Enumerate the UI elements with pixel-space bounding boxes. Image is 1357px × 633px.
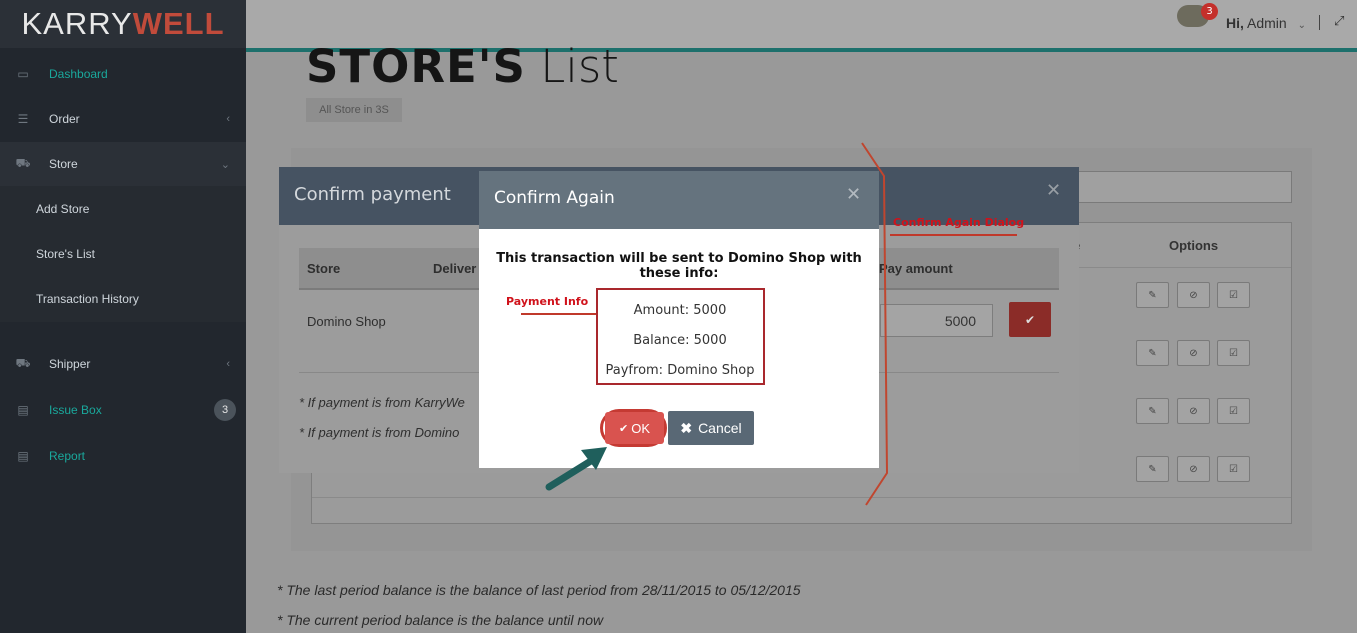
payment-row-store: Domino Shop xyxy=(307,314,386,329)
sidebar-item-shipper[interactable]: ⛟ Shipper ‹ xyxy=(0,342,246,386)
footnote-current-period: * The current period balance is the bala… xyxy=(277,612,604,628)
cart-icon: ⛟ xyxy=(15,156,31,170)
confirm-again-title: Confirm Again xyxy=(494,188,615,208)
cancel-button[interactable]: ✖ Cancel xyxy=(668,411,754,445)
block-icon[interactable]: ⊘ xyxy=(1177,398,1210,424)
brand-logo-part2: WELL xyxy=(132,6,225,41)
block-icon[interactable]: ⊘ xyxy=(1177,282,1210,308)
page-title-light: List xyxy=(540,40,619,93)
info-amount: Amount: 5000 xyxy=(633,303,727,318)
sidebar-item-label: Issue Box xyxy=(49,403,102,417)
page-title: STORE'S List xyxy=(306,40,619,93)
edit-icon[interactable]: ✎ xyxy=(1136,282,1169,308)
sidebar-item-dashboard[interactable]: ▭ Dashboard xyxy=(0,52,246,96)
sidebar-item-issue-box[interactable]: ▤ Issue Box 3 xyxy=(0,388,246,432)
annotation-dialog-label: Confirm Again Dialog xyxy=(893,216,1025,229)
close-icon: ✖ xyxy=(680,419,693,436)
submenu-stores-list[interactable]: Store's List xyxy=(36,247,95,261)
divider xyxy=(1319,15,1320,30)
brand-logo[interactable]: KARRY WELL xyxy=(0,0,246,48)
check-square-icon[interactable]: ☑ xyxy=(1217,398,1250,424)
check-square-icon[interactable]: ☑ xyxy=(1217,456,1250,482)
ok-button[interactable]: ✔ OK xyxy=(605,412,664,444)
sidebar-item-order[interactable]: ☰ Order ‹ xyxy=(0,97,246,141)
submenu-add-store[interactable]: Add Store xyxy=(36,202,89,216)
chevron-left-icon: ‹ xyxy=(226,113,230,125)
pay-amount-input[interactable]: 5000 xyxy=(880,304,993,337)
check-circle-icon: ✔ xyxy=(618,422,629,435)
user-menu[interactable]: Hi, Admin ⌄ xyxy=(1226,15,1306,31)
pay-confirm-button[interactable]: ✔ xyxy=(1009,302,1051,337)
sidebar-item-store[interactable]: ⛟ Store ⌄ xyxy=(0,142,246,186)
sidebar-item-label: Order xyxy=(49,112,80,126)
column-header-pay-amount: Pay amount xyxy=(879,261,953,276)
chevron-left-icon: ‹ xyxy=(226,358,230,370)
sidebar-item-label: Dashboard xyxy=(49,67,108,81)
laptop-icon: ▭ xyxy=(17,67,29,81)
edit-icon[interactable]: ✎ xyxy=(1136,340,1169,366)
column-header-store: Store xyxy=(307,261,341,276)
notification-badge: 3 xyxy=(1201,3,1218,20)
issue-count-badge: 3 xyxy=(214,399,236,421)
book-icon: ▤ xyxy=(17,449,29,463)
sidebar-item-label: Shipper xyxy=(49,357,91,371)
close-icon[interactable]: ✕ xyxy=(846,184,861,205)
sidebar-item-label: Store xyxy=(49,157,78,171)
block-icon[interactable]: ⊘ xyxy=(1177,340,1210,366)
column-header-options: Options xyxy=(1169,238,1219,253)
edit-icon[interactable]: ✎ xyxy=(1136,456,1169,482)
column-header-delivery: Deliver xyxy=(433,261,477,276)
sidebar-item-label: Report xyxy=(49,449,86,463)
breadcrumb[interactable]: All Store in 3S xyxy=(306,98,402,122)
sidebar-item-report[interactable]: ▤ Report xyxy=(0,434,246,478)
footnote-last-period: * The last period balance is the balance… xyxy=(277,582,801,598)
info-payfrom: Payfrom: Domino Shop xyxy=(605,363,755,378)
page-title-bold: STORE'S xyxy=(306,40,526,93)
check-circle-icon: ✔ xyxy=(1024,312,1036,327)
annotation-underline xyxy=(521,313,596,315)
confirm-payment-title: Confirm payment xyxy=(294,184,451,205)
check-square-icon[interactable]: ☑ xyxy=(1217,282,1250,308)
expand-icon[interactable]: ⤢ xyxy=(1334,14,1344,29)
list-icon: ☰ xyxy=(17,112,29,126)
check-square-icon[interactable]: ☑ xyxy=(1217,340,1250,366)
book-icon: ▤ xyxy=(17,403,29,417)
cancel-label: Cancel xyxy=(698,420,742,436)
chevron-down-icon: ⌄ xyxy=(1297,20,1306,31)
confirm-message: This transaction will be sent to Domino … xyxy=(496,251,862,281)
truck-icon: ⛟ xyxy=(15,356,31,370)
annotation-payment-info: Payment Info xyxy=(506,295,589,308)
brand-logo-part1: KARRY xyxy=(21,6,133,41)
payment-note: * If payment is from KarryWe xyxy=(299,395,465,410)
info-balance: Balance: 5000 xyxy=(633,333,727,348)
payment-note: * If payment is from Domino xyxy=(299,425,460,440)
chevron-down-icon: ⌄ xyxy=(220,158,230,171)
search-input[interactable] xyxy=(1072,171,1292,203)
ok-label: OK xyxy=(631,420,650,436)
close-icon[interactable]: ✕ xyxy=(1046,180,1061,201)
submenu-transaction-history[interactable]: Transaction History xyxy=(36,292,139,306)
block-icon[interactable]: ⊘ xyxy=(1177,456,1210,482)
annotation-underline xyxy=(890,234,1017,236)
table-row-divider xyxy=(312,497,1291,498)
greeting: Hi, xyxy=(1226,15,1244,31)
username: Admin xyxy=(1247,15,1287,31)
edit-icon[interactable]: ✎ xyxy=(1136,398,1169,424)
